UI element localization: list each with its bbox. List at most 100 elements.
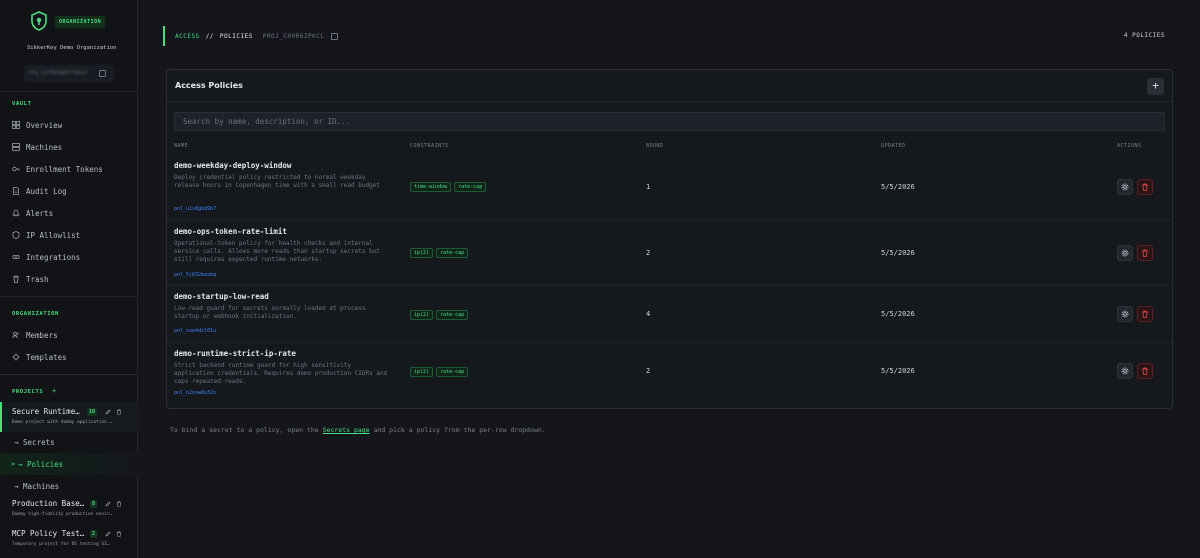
footer-note: To bind a secret to a policy, open the S…	[170, 426, 546, 434]
projects-section-label: PROJECTS	[12, 389, 44, 395]
sidebar-item-audit-log[interactable]: Audit Log	[12, 184, 67, 198]
project-description: Dummy high-fidelity production envir…	[12, 512, 113, 517]
sidebar-item-ip-allowlist[interactable]: IP Allowlist	[12, 228, 80, 242]
breadcrumb-access[interactable]: ACCESS	[175, 33, 200, 40]
search-input[interactable]	[174, 112, 1165, 131]
project-sub-item-secrets[interactable]: → Secrets	[14, 438, 55, 447]
bound-count: 4	[646, 310, 651, 318]
trash-icon[interactable]	[116, 501, 122, 507]
key-icon	[12, 165, 20, 173]
sidebar-item-trash[interactable]: Trash	[12, 272, 49, 286]
trash-icon	[1142, 249, 1148, 257]
sidebar-item-integrations[interactable]: Integrations	[12, 250, 80, 264]
trash-icon	[1142, 367, 1148, 375]
sidebar-item-enrollment-tokens[interactable]: Enrollment Tokens	[12, 162, 103, 176]
copy-icon[interactable]	[99, 70, 106, 77]
constraint-tag: rate-cap	[436, 367, 469, 377]
sidebar-item-label: Alerts	[26, 208, 54, 218]
policy-settings-button[interactable]	[1117, 363, 1133, 379]
policy-id: pol_nue4dzl01u	[174, 328, 217, 334]
policy-settings-button[interactable]	[1117, 245, 1133, 261]
policy-settings-button[interactable]	[1117, 179, 1133, 195]
policy-name[interactable]: demo-startup-low-read	[174, 292, 269, 301]
breadcrumb-policies: POLICIES	[219, 32, 253, 40]
policy-name[interactable]: demo-weekday-deploy-window	[174, 161, 291, 170]
shield-logo-icon	[30, 11, 48, 31]
sidebar-item-label: Templates	[26, 352, 67, 362]
secrets-page-link[interactable]: Secrets page	[323, 426, 370, 434]
edit-icon[interactable]	[105, 531, 111, 537]
policy-delete-button[interactable]	[1137, 363, 1153, 379]
gear-icon	[1121, 310, 1129, 318]
file-icon	[12, 187, 20, 195]
constraint-tags: time-window rate-cap	[410, 182, 487, 192]
policy-description: Strict backend runtime guard for high se…	[174, 362, 388, 385]
bound-count: 2	[646, 249, 651, 257]
column-header-bound: BOUND	[646, 143, 664, 149]
policy-name[interactable]: demo-runtime-strict-ip-rate	[174, 349, 296, 358]
policy-description: Low-read guard for secrets normally load…	[174, 305, 366, 320]
project-sub-item-policies[interactable]: → Policies	[18, 460, 63, 469]
policy-delete-button[interactable]	[1137, 245, 1153, 261]
add-policy-button[interactable]: +	[1147, 78, 1164, 95]
server-icon	[12, 143, 20, 151]
trash-icon[interactable]	[116, 531, 122, 537]
divider	[0, 374, 138, 375]
table-row[interactable]: demo-weekday-deploy-window Deploy creden…	[167, 155, 1172, 219]
sidebar-item-templates[interactable]: Templates	[12, 350, 67, 364]
policy-name[interactable]: demo-ops-token-rate-limit	[174, 227, 287, 236]
shield-icon	[12, 231, 20, 239]
project-count-badge: 2	[90, 530, 98, 538]
sidebar-item-alerts[interactable]: Alerts	[12, 206, 53, 220]
project-description: Demo project with dummy application …	[12, 420, 113, 425]
constraint-tag: rate-cap	[454, 182, 487, 192]
project-title[interactable]: Secure Runtime…	[12, 407, 80, 416]
users-icon	[12, 331, 20, 339]
updated-date: 5/5/2026	[881, 249, 915, 257]
constraint-tag: rate-cap	[436, 310, 469, 320]
project-title[interactable]: Production Base…	[12, 499, 84, 508]
vault-section-label: VAULT	[12, 101, 32, 107]
column-header-updated: UPDATED	[881, 143, 906, 149]
footer-text-before: To bind a secret to a policy, open the	[170, 426, 319, 434]
edit-icon[interactable]	[105, 501, 111, 507]
sidebar-item-label: Machines	[26, 142, 63, 152]
sidebar-item-members[interactable]: Members	[12, 328, 58, 342]
panel-header: Access Policies +	[167, 70, 1172, 102]
project-sub-item-machines[interactable]: → Machines	[14, 482, 59, 491]
sidebar: ORGANIZATION SikkerKey Demo Organization…	[0, 0, 138, 558]
sidebar-item-label: IP Allowlist	[26, 230, 81, 240]
policy-delete-button[interactable]	[1137, 306, 1153, 322]
policy-id: pol_b2nnw0u32x	[174, 390, 217, 396]
sidebar-item-machines[interactable]: Machines	[12, 140, 62, 154]
updated-date: 5/5/2026	[881, 183, 915, 191]
constraint-tags: ip(2) rate-cap	[410, 248, 469, 258]
org-name: SikkerKey Demo Organization	[27, 45, 117, 51]
edit-icon[interactable]	[105, 409, 111, 415]
copy-icon[interactable]	[330, 32, 338, 40]
bell-icon	[12, 209, 20, 217]
project-title[interactable]: MCP Policy Test…	[12, 529, 84, 538]
table-row[interactable]: demo-runtime-strict-ip-rate Strict backe…	[167, 342, 1172, 406]
active-marker: »	[11, 460, 16, 468]
table-row[interactable]: demo-startup-low-read Low-read guard for…	[167, 285, 1172, 349]
sidebar-item-label: Members	[26, 330, 58, 340]
template-icon	[12, 353, 20, 361]
sidebar-item-label: Integrations	[26, 252, 81, 262]
table-row[interactable]: demo-ops-token-rate-limit Operational-to…	[167, 220, 1172, 284]
org-block: ORGANIZATION SikkerKey Demo Organization…	[0, 0, 137, 92]
trash-icon	[12, 275, 20, 283]
add-project-button[interactable]: +	[52, 387, 56, 395]
policy-settings-button[interactable]	[1117, 306, 1133, 322]
access-policies-panel: Access Policies + NAME CONSTRAINTS BOUND…	[166, 69, 1173, 409]
policy-description: Deploy credential policy restricted to n…	[174, 174, 380, 189]
sidebar-item-overview[interactable]: Overview	[12, 118, 62, 132]
policy-id: pol_u1v8gbd9b7	[174, 206, 217, 212]
sidebar-item-label: Audit Log	[26, 186, 67, 196]
org-badge: ORGANIZATION	[55, 16, 106, 28]
policy-delete-button[interactable]	[1137, 179, 1153, 195]
org-section-label: ORGANIZATION	[12, 311, 59, 317]
updated-date: 5/5/2026	[881, 310, 915, 318]
trash-icon	[1142, 183, 1148, 191]
trash-icon[interactable]	[116, 409, 122, 415]
